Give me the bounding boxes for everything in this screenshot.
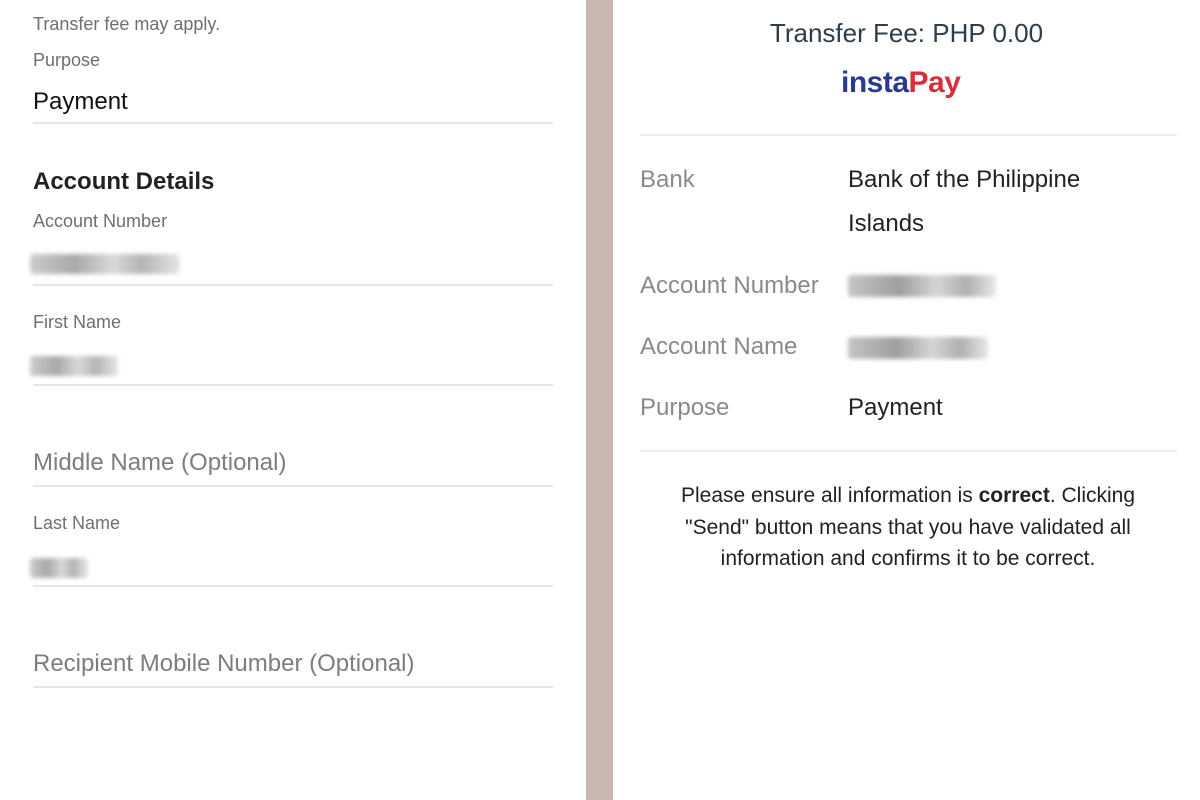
bank-label: Bank [640, 166, 695, 193]
transfer-fee-amount: Transfer Fee: PHP 0.00 [769, 18, 1044, 48]
account-number-underline [33, 284, 553, 286]
purpose-summary-value: Payment [848, 394, 943, 421]
first-name-underline [33, 384, 553, 386]
transfer-fee-note: Transfer fee may apply. [33, 14, 221, 34]
purpose-underline [33, 122, 553, 124]
instapay-logo: instaPay [841, 66, 961, 99]
bank-value: Bank of the Philippine Islands [848, 166, 1081, 237]
summary-top-divider [640, 134, 1177, 136]
last-name-underline [33, 585, 553, 587]
transfer-form-panel: Transfer fee may apply. Purpose Payment … [0, 0, 586, 800]
purpose-select[interactable]: Payment [33, 88, 128, 116]
middle-name-field[interactable]: Middle Name (Optional) [33, 449, 286, 477]
account-details-heading: Account Details [33, 168, 215, 195]
last-name-field[interactable] [30, 558, 88, 578]
account-name-label: Account Name [640, 333, 798, 360]
panel-divider [586, 0, 613, 800]
purpose-label: Purpose [33, 50, 101, 70]
account-number-summary-value [848, 275, 996, 297]
first-name-label: First Name [33, 312, 122, 332]
account-number-field[interactable] [30, 254, 180, 274]
confirmation-panel: Transfer Fee: PHP 0.00 instaPay Bank Ban… [613, 0, 1200, 800]
validation-disclaimer: Please ensure all information is correct… [680, 484, 1136, 570]
recipient-mobile-underline [33, 686, 553, 688]
recipient-mobile-field[interactable]: Recipient Mobile Number (Optional) [33, 650, 415, 678]
account-number-label: Account Number [33, 211, 168, 231]
account-name-value [848, 337, 988, 359]
first-name-field[interactable] [30, 356, 118, 376]
purpose-summary-label: Purpose [640, 394, 730, 421]
summary-bottom-divider [640, 450, 1177, 452]
last-name-label: Last Name [33, 513, 121, 533]
middle-name-underline [33, 485, 553, 487]
account-number-summary-label: Account Number [640, 272, 819, 299]
